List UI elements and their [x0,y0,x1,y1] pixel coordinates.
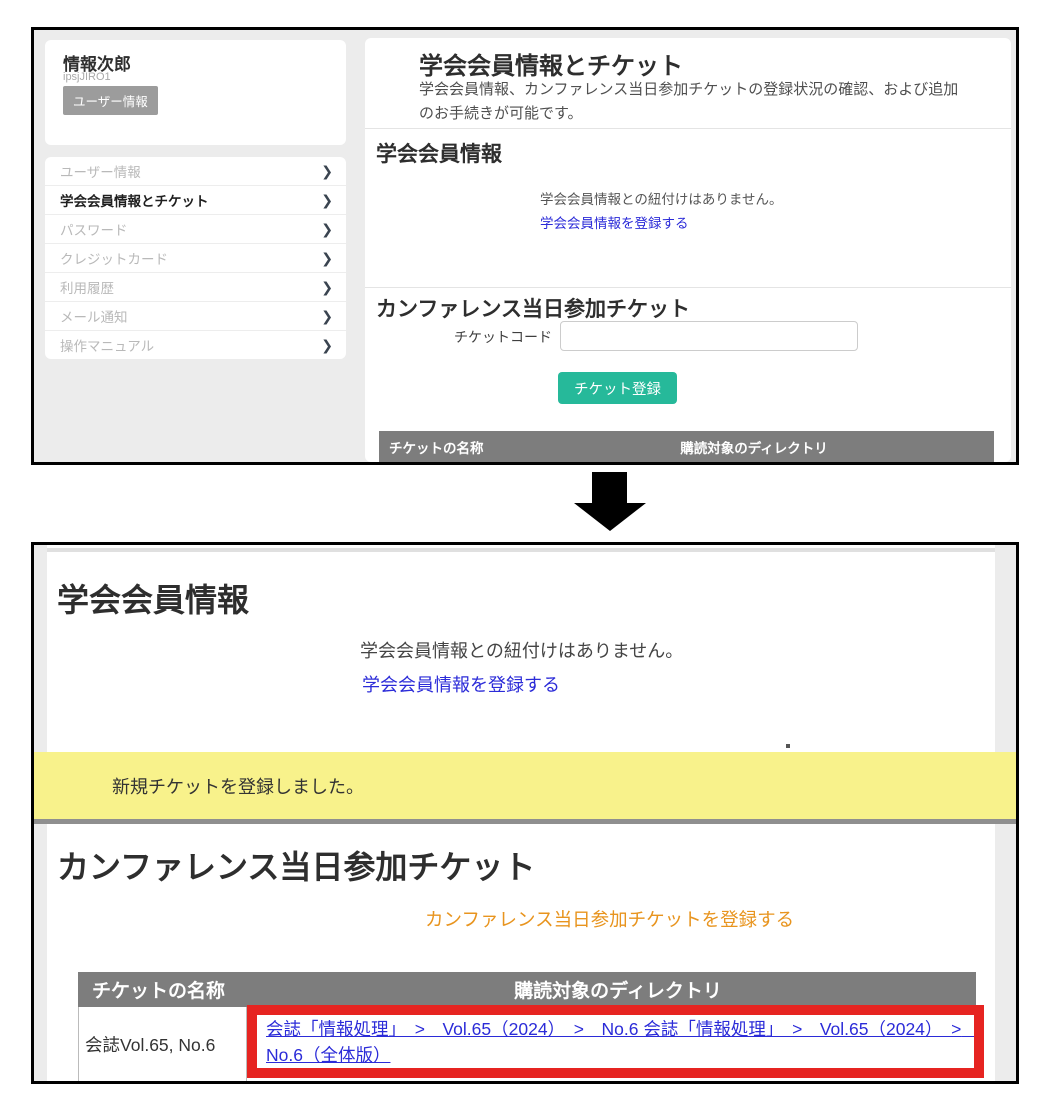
user-info-button[interactable]: ユーザー情報 [63,86,158,115]
sidebar-item-manual[interactable]: 操作マニュアル ❯ [45,331,346,359]
sidebar-item-label: 学会会員情報とチケット [60,190,209,210]
sidebar-item-label: メール通知 [60,306,128,326]
ticket-code-input[interactable] [560,321,858,351]
directory-links[interactable]: 会誌「情報処理」 > Vol.65（2024） > No.6 会誌「情報処理」 … [266,1019,979,1065]
chevron-right-icon: ❯ [321,308,333,325]
sidebar-item-label: パスワード [60,219,128,239]
member-info-status: 学会会員情報との紐付けはありません。 [540,188,782,208]
screenshot-after: 学会会員情報 学会会員情報との紐付けはありません。 学会会員情報を登録する 新規… [31,542,1019,1084]
sidebar-item-label: 操作マニュアル [60,335,154,355]
stray-dot [786,744,790,748]
member-info-status: 学会会員情報との紐付けはありません。 [360,637,683,663]
main-panel: 学会会員情報とチケット 学会会員情報、カンファレンス当日参加チケットの登録状況の… [365,38,1011,462]
chevron-right-icon: ❯ [321,163,333,180]
ticket-register-button[interactable]: チケット登録 [558,372,677,404]
directory-column-header: 購読対象のディレクトリ [514,431,994,462]
ticket-table-header: チケットの名称 購読対象のディレクトリ [379,431,994,462]
chevron-right-icon: ❯ [321,337,333,354]
user-id: ipsjJIRO1 [63,71,111,83]
sidebar-item-label: クレジットカード [60,248,168,268]
section-divider [365,128,1011,129]
page-title: 学会会員情報とチケット [419,46,683,81]
chevron-right-icon: ❯ [321,279,333,296]
member-info-heading: 学会会員情報 [57,575,249,621]
chevron-right-icon: ❯ [321,250,333,267]
member-register-link[interactable]: 学会会員情報を登録する [362,671,560,697]
conference-ticket-heading: カンファレンス当日参加チケット [57,842,535,888]
chevron-right-icon: ❯ [321,192,333,209]
sidebar-item-mail-notice[interactable]: メール通知 ❯ [45,302,346,331]
user-card: 情報次郎 ipsjJIRO1 ユーザー情報 [45,40,346,145]
directory-column-header: 購読対象のディレクトリ [260,972,976,1007]
ticket-table-header: チケットの名称 購読対象のディレクトリ [78,972,976,1007]
ticket-name-column-header: チケットの名称 [379,431,514,462]
chevron-right-icon: ❯ [321,221,333,238]
success-banner-message: 新規チケットを登録しました。 [34,773,364,799]
down-arrow-icon [574,503,646,531]
section-divider [365,287,1011,288]
conference-ticket-register-link[interactable]: カンファレンス当日参加チケットを登録する [425,906,794,932]
member-register-link[interactable]: 学会会員情報を登録する [540,212,689,232]
section-divider [34,819,1016,824]
section-divider [47,548,995,552]
sidebar-item-usage-history[interactable]: 利用履歴 ❯ [45,273,346,302]
ticket-name-column-header: チケットの名称 [78,972,260,1007]
member-info-heading: 学会会員情報 [376,138,502,168]
sidebar-item-user-info[interactable]: ユーザー情報 ❯ [45,157,346,186]
sidebar-menu: ユーザー情報 ❯ 学会会員情報とチケット ❯ パスワード ❯ クレジットカード … [45,157,346,359]
sidebar-item-member-and-ticket[interactable]: 学会会員情報とチケット ❯ [45,186,346,215]
sidebar-item-label: 利用履歴 [60,277,114,297]
down-arrow-icon [592,472,627,503]
ticket-name-cell: 会誌Vol.65, No.6 [85,1032,215,1057]
sidebar-item-label: ユーザー情報 [60,161,141,181]
highlight-box: 会誌「情報処理」 > Vol.65（2024） > No.6 会誌「情報処理」 … [247,1005,984,1078]
sidebar-item-password[interactable]: パスワード ❯ [45,215,346,244]
table-row: 会誌Vol.65, No.6 [78,1007,247,1081]
sidebar-item-credit-card[interactable]: クレジットカード ❯ [45,244,346,273]
conference-ticket-heading: カンファレンス当日参加チケット [376,293,690,323]
page-description: 学会会員情報、カンファレンス当日参加チケットの登録状況の確認、および追加のお手続… [419,78,959,126]
success-banner: 新規チケットを登録しました。 [34,752,1016,819]
ticket-code-label: チケットコード [365,327,552,347]
screenshot-before: 情報次郎 ipsjJIRO1 ユーザー情報 ユーザー情報 ❯ 学会会員情報とチケ… [31,27,1019,465]
